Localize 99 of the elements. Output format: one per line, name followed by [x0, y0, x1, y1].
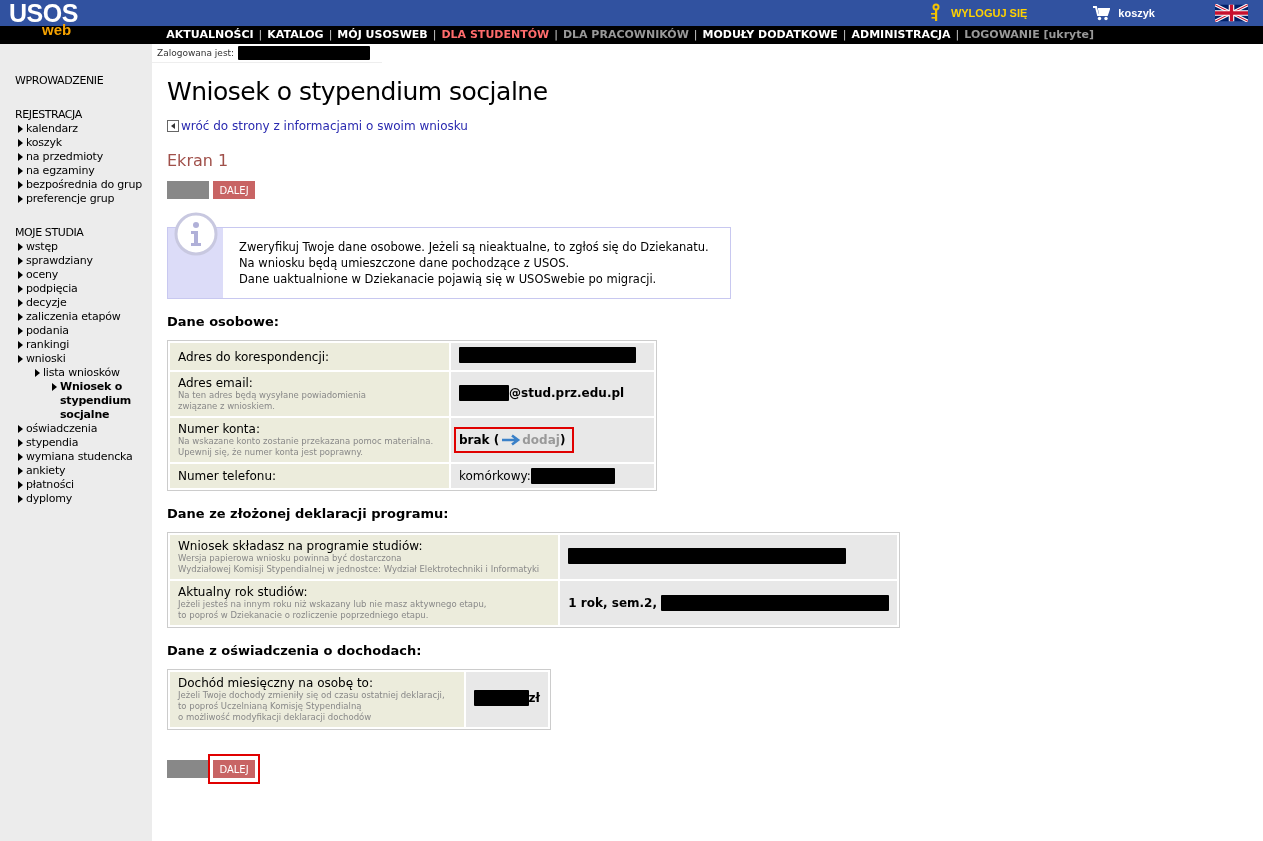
sidebar-item[interactable]: decyzje — [26, 296, 67, 310]
logo-subtext: web — [42, 22, 72, 38]
sidebar-item[interactable]: podpięcia — [26, 282, 78, 296]
sidebar-item[interactable]: koszyk — [26, 136, 62, 150]
sidebar-section-title[interactable]: MOJE STUDIA — [15, 226, 152, 240]
cart-icon[interactable] — [1093, 5, 1111, 21]
bullet-icon — [18, 271, 23, 279]
login-label: Zalogowana jest: — [157, 48, 235, 58]
sidebar-item[interactable]: oświadczenia — [26, 422, 98, 436]
sidebar-item[interactable]: oceny — [26, 268, 59, 282]
sidebar-item[interactable]: wymiana studencka — [26, 450, 133, 464]
bullet-icon — [18, 243, 23, 251]
english-flag-icon[interactable] — [1215, 4, 1248, 22]
nav-separator: | — [842, 27, 847, 43]
next-button[interactable]: DALEJ — [213, 181, 255, 199]
field-hint: Jeżeli jesteś na innym roku niż wskazany lub nie masz aktywnego etapu, to poproś w Dziekanacie o rozliczenie poprzedniego etapu. — [178, 599, 488, 621]
nav-link[interactable]: KATALOG — [267, 26, 324, 44]
sidebar-item[interactable]: podania — [26, 324, 69, 338]
bullet-icon — [18, 355, 23, 363]
bullet-icon — [18, 125, 23, 133]
field-label: Numer konta: — [178, 422, 261, 436]
field-label: Adres do korespondencji: — [178, 349, 331, 364]
bullet-icon — [18, 153, 23, 161]
bullet-icon — [18, 181, 23, 189]
redaction-bar — [459, 384, 509, 401]
field-hint: Wersja papierowa wniosku powinna być dostarczona Wydziałowej Komisji Stypendialnej w jednostce: Wydział Elektrotechniki i Informatyki — [178, 553, 541, 575]
nav-separator: | — [955, 27, 960, 43]
field-hint: Jeżeli Twoje dochody zmieniły się od czasu ostatniej deklaracji, to poproś Uczelnianą Komisję Stypendialną o możliwość modyfikacji deklaracji dochodów — [178, 690, 446, 723]
bullet-icon — [18, 257, 23, 265]
section-heading: Dane osobowe: — [167, 314, 281, 330]
field-value: zł — [528, 691, 540, 705]
field-label: Adres email: — [178, 376, 254, 390]
field-label: Numer telefonu: — [178, 469, 278, 483]
bullet-icon — [18, 495, 23, 503]
cart-link[interactable]: koszyk — [1118, 7, 1155, 19]
nav-link[interactable]: MÓJ USOSWEB — [337, 26, 428, 44]
sidebar-item[interactable]: kalendarz — [26, 122, 78, 136]
nav-separator: | — [432, 27, 437, 43]
sidebar-item[interactable]: bezpośrednia do grup — [26, 178, 142, 192]
bullet-icon — [18, 439, 23, 447]
bullet-icon — [35, 369, 40, 377]
redaction-bar — [473, 690, 529, 706]
screen-title: Ekran 1 — [167, 151, 230, 171]
info-icon — [174, 212, 218, 256]
nav-link[interactable]: AKTUALNOŚCI — [166, 26, 254, 44]
field-label: Wniosek składasz na programie studiów: — [178, 539, 424, 553]
sidebar-item[interactable]: płatności — [26, 478, 74, 492]
field-label: Dochód miesięczny na osobę to: — [178, 676, 374, 690]
field-value: 1 rok, sem.2, — [568, 596, 657, 610]
nav-separator: | — [693, 27, 698, 43]
sidebar-item[interactable]: sprawdziany — [26, 254, 93, 268]
sidebar-item[interactable]: rankingi — [26, 338, 70, 352]
bullet-icon — [18, 425, 23, 433]
logout-link[interactable]: WYLOGUJ SIĘ — [950, 7, 1028, 19]
sidebar-item[interactable]: Wniosek o stypendium socjalne — [60, 380, 152, 422]
arrow-icon — [501, 434, 522, 446]
field-value: komórkowy: — [459, 469, 531, 483]
bullet-icon — [18, 139, 23, 147]
sidebar-item[interactable]: ankiety — [26, 464, 66, 478]
sidebar-item[interactable]: stypendia — [26, 436, 79, 450]
page-title: Wniosek o stypendium socjalne — [167, 77, 549, 107]
field-value: @stud.prz.edu.pl — [509, 385, 625, 400]
bullet-icon — [18, 327, 23, 335]
field-hint: Na wskazane konto zostanie przekazana pomoc materialna. Upewnij się, że numer konta jest poprawny. — [178, 436, 435, 458]
sidebar-item[interactable]: preferencje grup — [26, 192, 115, 206]
bullet-icon — [18, 195, 23, 203]
nav-separator: | — [554, 27, 558, 43]
sidebar-section-title[interactable]: WPROWADZENIE — [15, 74, 152, 88]
nav-link[interactable]: MODUŁY DODATKOWE — [702, 26, 838, 44]
sidebar-item[interactable]: wstęp — [26, 240, 58, 254]
bullet-icon — [18, 453, 23, 461]
section-heading: Dane z oświadczenia o dochodach: — [167, 643, 423, 659]
nav-separator: | — [328, 27, 333, 43]
field-hint: Na ten adres będą wysyłane powiadomienia związane z wnioskiem. — [178, 390, 368, 412]
nav-link[interactable]: DLA STUDENTÓW — [441, 26, 550, 44]
bullet-icon — [18, 313, 23, 321]
info-message: Zweryfikuj Twoje dane osobowe. Jeżeli są nieaktualne, to zgłoś się do Dziekanatu. Na wniosku będą umieszczone dane pochodzące z USOS. Dane uaktualnione w Dziekanacie pojawią się w USOSwebie po migracji. — [238, 239, 710, 288]
bullet-icon — [18, 481, 23, 489]
sidebar-item[interactable]: dyplomy — [26, 492, 73, 506]
back-link[interactable]: wróć do strony z informacjami o swoim wniosku — [181, 119, 468, 133]
sidebar-item[interactable]: wnioski — [26, 352, 66, 366]
field-label: Aktualny rok studiów: — [178, 585, 309, 599]
bullet-icon — [18, 167, 23, 175]
field-value: brak ( — [459, 433, 500, 447]
nav-separator: | — [258, 27, 263, 43]
sidebar-item[interactable]: na przedmioty — [26, 150, 103, 164]
nav-link[interactable]: ADMINISTRACJA — [851, 26, 951, 44]
sidebar-section-title[interactable]: REJESTRACJA — [15, 108, 152, 122]
sidebar-item[interactable]: na egzaminy — [26, 164, 95, 178]
next-button[interactable]: DALEJ — [213, 760, 255, 778]
bullet-icon — [18, 467, 23, 475]
section-heading: Dane ze złożonej deklaracji programu: — [167, 506, 450, 522]
field-value: ) — [559, 433, 566, 447]
bullet-icon — [18, 285, 23, 293]
bullet-icon — [52, 383, 57, 391]
sidebar-item[interactable]: zaliczenia etapów — [26, 310, 121, 324]
bullet-icon — [18, 299, 23, 307]
bullet-icon — [18, 341, 23, 349]
sidebar-item[interactable]: lista wniosków — [43, 366, 120, 380]
